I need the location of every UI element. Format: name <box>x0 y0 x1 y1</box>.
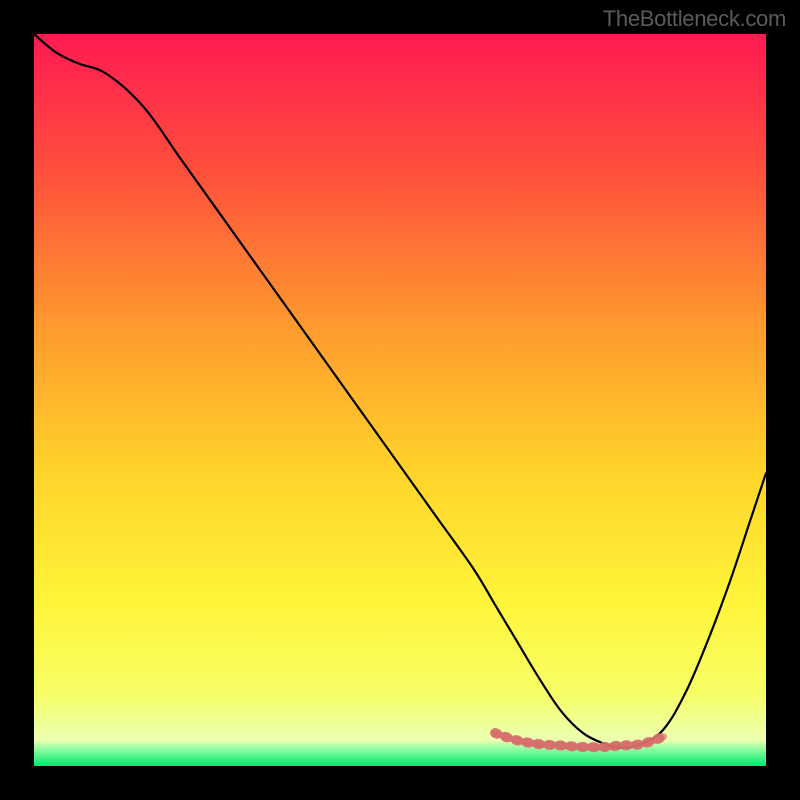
gradient-background <box>34 34 766 766</box>
plot-area <box>34 34 766 766</box>
watermark-text: TheBottleneck.com <box>603 6 786 32</box>
chart-svg <box>34 34 766 766</box>
chart-frame: TheBottleneck.com <box>0 0 800 800</box>
